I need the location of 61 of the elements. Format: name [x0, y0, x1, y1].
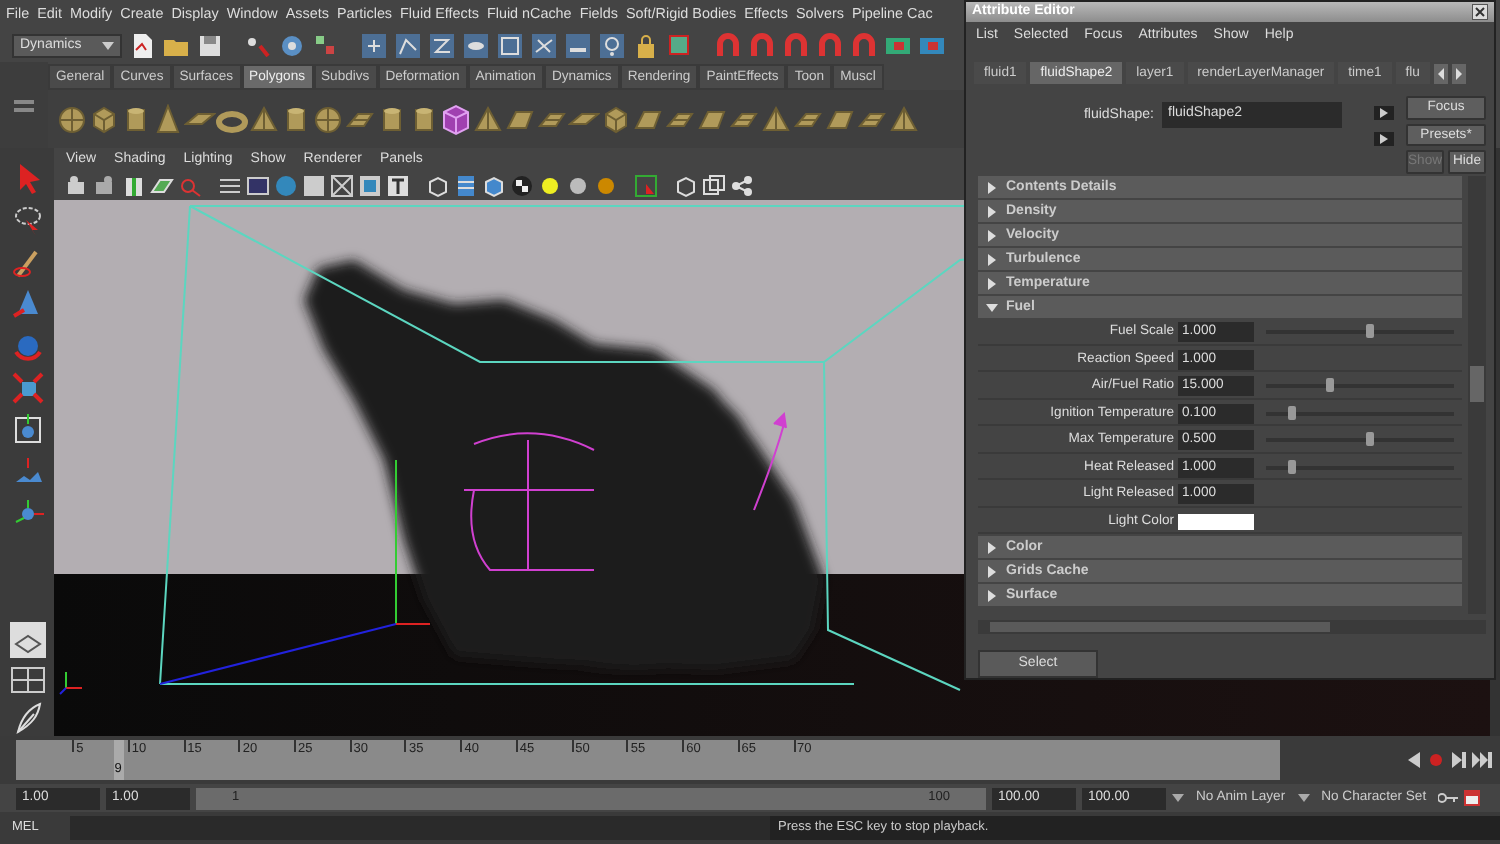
caret-icon	[102, 41, 114, 49]
play-backward-icon[interactable]	[1406, 752, 1422, 768]
command-input-field[interactable]	[70, 816, 770, 840]
textured-icon[interactable]	[358, 174, 382, 198]
four-view-layout-icon[interactable]	[9, 666, 45, 694]
slider-thumb[interactable]	[1288, 405, 1297, 420]
cube-icon[interactable]	[440, 103, 472, 135]
single-view-layout-icon[interactable]	[7, 620, 47, 660]
component-mask-icon[interactable]	[360, 31, 388, 59]
pyramid-icon[interactable]	[888, 103, 920, 135]
scroll-right-icon[interactable]	[1451, 63, 1466, 84]
caret-icon	[1172, 794, 1184, 802]
slider-thumb[interactable]	[1365, 432, 1374, 447]
sphere-light-icon[interactable]	[566, 174, 590, 198]
slider-thumb[interactable]	[1288, 459, 1297, 474]
cube-icon[interactable]	[88, 103, 120, 135]
wireframe-icon[interactable]	[330, 174, 354, 198]
light-bulb-icon[interactable]	[538, 174, 562, 198]
step-forward-icon[interactable]	[1450, 752, 1466, 768]
wire-cube-icon[interactable]	[426, 174, 450, 198]
grid-icon[interactable]	[218, 174, 242, 198]
slider-thumb[interactable]	[1325, 378, 1334, 393]
component-mask-icon[interactable]	[530, 31, 558, 59]
scrollbar-thumb[interactable]	[990, 622, 1330, 633]
document-icon[interactable]	[128, 31, 156, 59]
manipulator-icon[interactable]	[9, 412, 45, 448]
close-icon[interactable]	[1472, 3, 1488, 20]
cone-icon[interactable]	[152, 103, 184, 135]
checker-icon[interactable]	[510, 174, 534, 198]
flat-shade-icon[interactable]	[302, 174, 326, 198]
key-icon[interactable]	[1438, 790, 1459, 806]
isolate-icon[interactable]	[634, 174, 658, 198]
pyramid-icon[interactable]	[248, 103, 280, 135]
go-to-end-icon[interactable]	[1472, 752, 1492, 768]
layered-icon[interactable]	[454, 174, 478, 198]
sphere-light-icon[interactable]	[594, 174, 618, 198]
horizontal-scrollbar[interactable]	[978, 620, 1486, 635]
input-connection-icon[interactable]	[1374, 106, 1394, 121]
scale-icon[interactable]	[9, 370, 45, 406]
output-connection-icon[interactable]	[1374, 132, 1394, 147]
component-mask-icon[interactable]	[564, 31, 592, 59]
component-mask-icon[interactable]	[462, 31, 490, 59]
vertical-scrollbar[interactable]	[1468, 176, 1486, 615]
current-frame-marker[interactable]	[114, 740, 125, 780]
sphere-icon[interactable]	[56, 103, 88, 135]
wire-cube-icon[interactable]	[674, 174, 698, 198]
caret-icon	[1297, 794, 1310, 802]
window-icon[interactable]	[702, 174, 726, 198]
node-graph-icon[interactable]	[730, 174, 754, 198]
text-icon[interactable]	[386, 174, 410, 198]
sphere-icon[interactable]	[312, 103, 344, 135]
expanded-arrow-icon	[986, 301, 998, 314]
scrollbar-thumb[interactable]	[1470, 366, 1484, 403]
component-mask-icon[interactable]	[428, 31, 456, 59]
scroll-left-icon[interactable]	[1433, 63, 1448, 84]
component-mask-icon[interactable]	[496, 31, 524, 59]
lock-icon[interactable]	[632, 31, 660, 59]
slider-thumb[interactable]	[1365, 324, 1374, 339]
pyramid-icon[interactable]	[760, 103, 792, 135]
component-mask-icon[interactable]	[394, 31, 422, 59]
color-swatch[interactable]	[1178, 513, 1254, 530]
